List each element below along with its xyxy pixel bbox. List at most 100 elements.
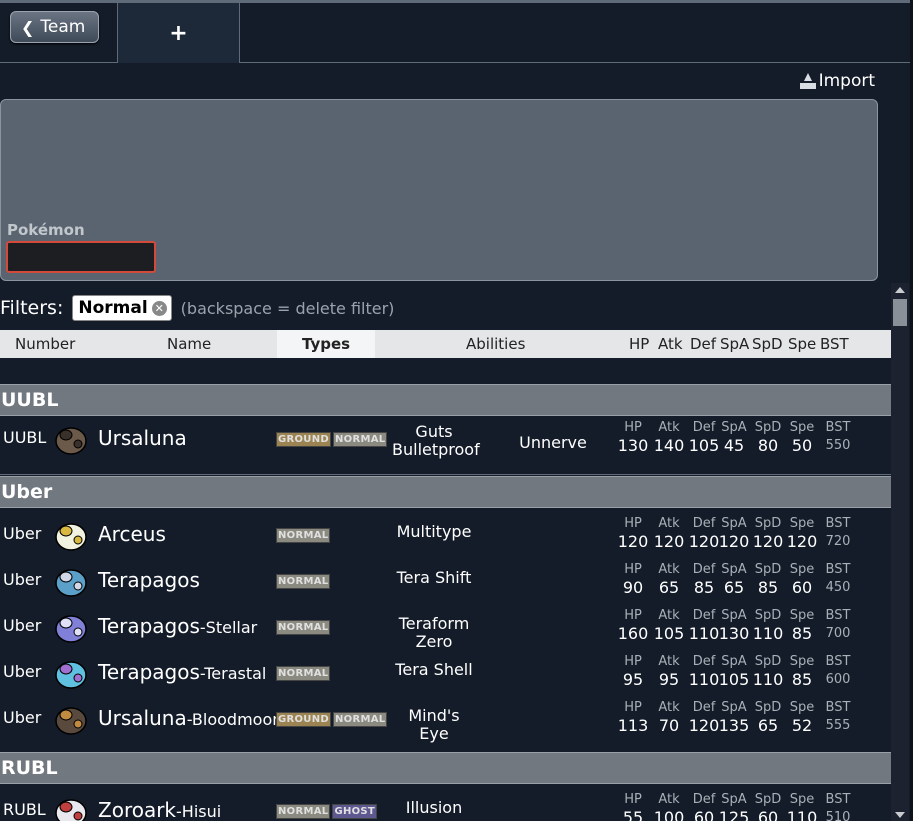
stat-label: Atk [658, 516, 680, 531]
tier-label: RUBL [3, 800, 46, 819]
add-pokemon-tab[interactable]: + [117, 3, 240, 63]
stat-value: 60 [757, 808, 779, 821]
stat-value: 130 [617, 436, 649, 455]
stat-value: 95 [658, 670, 680, 689]
stat-label: SpA [721, 420, 747, 435]
type-badge-normal: NORMAL [333, 432, 388, 447]
sort-hp[interactable]: HP [629, 335, 649, 353]
stat-value: 450 [825, 580, 851, 595]
import-label: Import [818, 71, 875, 91]
pokemon-forme: -Hisui [176, 802, 222, 821]
pokemon-row[interactable]: Uber Terapagos-Stellar NORMAL Teraform Zero… [0, 604, 891, 651]
zoroark-hisui-sprite [55, 799, 87, 821]
sort-atk[interactable]: Atk [658, 335, 683, 353]
stat-value: 555 [825, 718, 851, 733]
ability-primary: Multitype [396, 522, 472, 541]
pokemon-name[interactable]: Terapagos [98, 568, 200, 592]
pokemon-row[interactable]: Uber Terapagos-Terastal NORMAL Tera Shell HP… [0, 650, 891, 696]
sort-spa[interactable]: SpA [720, 335, 749, 353]
arceus-sprite [55, 523, 87, 551]
sort-name[interactable]: Name [167, 335, 211, 353]
scroll-down-arrow-icon[interactable] [895, 812, 905, 818]
pokemon-name[interactable]: Terapagos-Terastal [98, 660, 266, 684]
sort-types[interactable]: Types [302, 335, 350, 353]
remove-filter-icon[interactable]: ✕ [151, 300, 167, 316]
filter-chip-normal[interactable]: Normal ✕ [72, 295, 172, 321]
stat-label: SpA [721, 608, 747, 623]
stat-label: Spe [789, 562, 815, 577]
ability-primary: Illusion [405, 798, 463, 817]
stat-label: BST [825, 654, 851, 669]
stat-label: SpD [754, 608, 782, 623]
pokemon-forme: -Bloodmoon [186, 710, 283, 729]
sort-bst[interactable]: BST [820, 335, 849, 353]
stat-label: SpD [754, 562, 782, 577]
stat-value: 140 [653, 436, 685, 455]
filters-bar: Filters: Normal ✕ (backspace = delete fi… [0, 295, 394, 321]
terapagos-terastal-sprite [55, 661, 87, 689]
stat-label: BST [825, 700, 851, 715]
back-to-team-button[interactable]: ❮ Team [10, 11, 99, 43]
pokemon-name[interactable]: Ursaluna [98, 426, 187, 450]
terapagos-sprite [55, 569, 87, 597]
filters-hint: (backspace = delete filter) [180, 298, 395, 318]
sort-number[interactable]: Number [15, 335, 75, 353]
sort-def[interactable]: Def [690, 335, 716, 353]
stat-value: 110 [786, 808, 818, 821]
stat-label: SpD [754, 516, 782, 531]
stat-value: 510 [825, 810, 851, 821]
stat-label: HP [624, 654, 642, 669]
stat-value: 105 [718, 670, 750, 689]
stat-label: Spe [789, 516, 815, 531]
stat-label: HP [624, 516, 642, 531]
type-badges: NORMAL [276, 666, 331, 681]
sort-abilities[interactable]: Abilities [466, 335, 525, 353]
team-tabbar: ❮ Team + [0, 0, 910, 63]
import-button[interactable]: Import [799, 71, 875, 91]
pokemon-name[interactable]: Ursaluna-Bloodmoon [98, 706, 282, 730]
stat-label: BST [825, 420, 851, 435]
pokemon-name[interactable]: Arceus [98, 522, 166, 546]
type-badges: NORMAL [276, 620, 331, 635]
stat-value: 70 [658, 716, 680, 735]
ability-primary: Tera Shift [396, 568, 472, 587]
ability-primary: Mind's Eye [408, 706, 460, 743]
type-badge-normal: NORMAL [333, 712, 388, 727]
pokemon-forme: -Terastal [199, 664, 267, 683]
stat-label: BST [825, 608, 851, 623]
pokemon-name[interactable]: Zoroark-Hisui [98, 798, 221, 821]
type-badge-ground: GROUND [276, 432, 331, 447]
type-badges: NORMAL GHOST [276, 804, 378, 819]
filters-label: Filters: [0, 297, 64, 319]
scroll-thumb[interactable] [893, 299, 907, 326]
sort-spe[interactable]: Spe [788, 335, 816, 353]
stat-label: SpA [721, 516, 747, 531]
pokemon-name-input[interactable] [6, 241, 156, 273]
stat-label: Spe [789, 420, 815, 435]
pokemon-row[interactable]: Uber Arceus NORMAL Multitype HP 120 Atk 120 Def 1… [0, 512, 891, 558]
stat-value: 50 [791, 436, 813, 455]
stat-value: 100 [653, 808, 685, 821]
type-badge-ground: GROUND [276, 712, 331, 727]
stat-value: 125 [718, 808, 750, 821]
stat-value: 60 [791, 578, 813, 597]
stat-value: 120 [786, 532, 818, 551]
stat-value: 113 [617, 716, 649, 735]
stat-label: HP [624, 608, 642, 623]
ursaluna-sprite [55, 427, 87, 455]
stat-value: 65 [757, 716, 779, 735]
tier-label: Uber [3, 662, 42, 681]
sort-spd[interactable]: SpD [752, 335, 783, 353]
stat-value: 110 [752, 624, 784, 643]
pokemon-row[interactable]: RUBL Zoroark-Hisui NORMAL GHOST Illusion HP 55… [0, 788, 891, 821]
pokemon-row[interactable]: Uber Ursaluna-Bloodmoon GROUND NORMAL Mind's… [0, 696, 891, 743]
pokemon-name[interactable]: Terapagos-Stellar [98, 614, 257, 638]
scroll-up-arrow-icon[interactable] [895, 287, 905, 293]
scrollbar[interactable] [891, 283, 909, 821]
type-badge-normal: NORMAL [276, 528, 331, 543]
pokemon-label: Pokémon [7, 221, 85, 239]
pokemon-row[interactable]: Uber Terapagos NORMAL Tera Shift HP 90 Atk 65 De… [0, 558, 891, 604]
filter-chip-label: Normal [78, 298, 148, 318]
results-column-header: Number Name Types Abilities HP Atk Def S… [0, 330, 891, 358]
pokemon-row[interactable]: UUBL Ursaluna GROUND NORMAL Guts Bulletproof U… [0, 416, 891, 462]
